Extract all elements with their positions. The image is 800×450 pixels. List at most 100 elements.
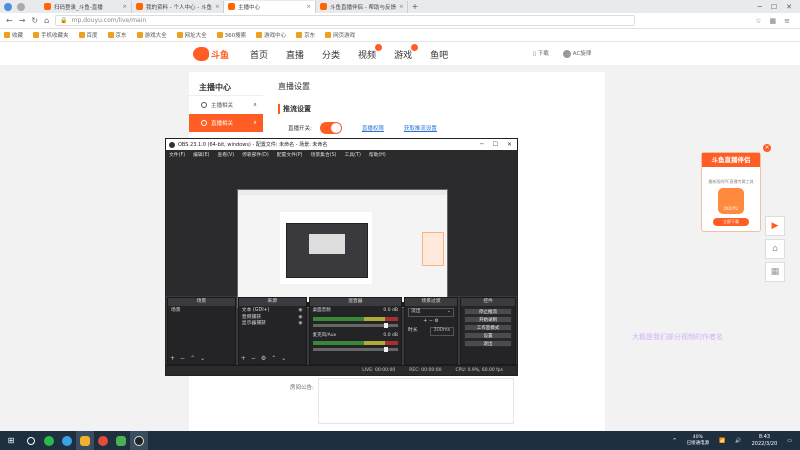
home-icon[interactable]: ⌂: [44, 16, 49, 25]
app-ad-panel[interactable]: 斗鱼直播伴侣 最新版的PC直播专属工具 DOUYU 立即下载: [701, 152, 761, 232]
add-icon[interactable]: +: [170, 355, 175, 362]
duration-input[interactable]: 300ms: [429, 327, 454, 336]
bookmark-item[interactable]: 收藏: [4, 31, 23, 39]
bookmark-item[interactable]: 百度: [79, 31, 98, 39]
settings-button[interactable]: 设置: [464, 332, 513, 339]
nav-game[interactable]: 游戏: [394, 44, 419, 61]
browser-logo-icon[interactable]: [4, 2, 12, 11]
media-app-icon[interactable]: [76, 431, 94, 450]
close-icon[interactable]: ✕: [786, 3, 792, 11]
forward-icon[interactable]: →: [19, 16, 26, 25]
move-up-icon[interactable]: ⌃: [190, 355, 195, 362]
notice-textarea[interactable]: [318, 378, 514, 424]
url-input[interactable]: 🔒 mp.douyu.com/live/main: [55, 15, 636, 26]
network-icon[interactable]: 📶: [719, 438, 725, 444]
close-tab-icon[interactable]: ×: [306, 4, 311, 10]
volume-slider[interactable]: [312, 347, 398, 352]
editor-app-icon[interactable]: [112, 431, 130, 450]
obs-app-icon[interactable]: [130, 431, 148, 450]
close-tab-icon[interactable]: ×: [399, 4, 404, 10]
search-icon[interactable]: [22, 431, 40, 450]
minimize-icon[interactable]: ─: [480, 141, 484, 148]
battery-indicator[interactable]: 40% 已接通电源: [687, 435, 710, 447]
move-up-icon[interactable]: ⌃: [271, 355, 276, 362]
nav-fishbar[interactable]: 鱼吧: [430, 48, 448, 61]
stream-settings-link[interactable]: 获取推流设置: [404, 124, 437, 132]
star-icon[interactable]: ☆: [755, 17, 761, 25]
studio-mode-button[interactable]: 工作室模式: [464, 324, 513, 331]
bookmark-item[interactable]: 游戏中心: [256, 31, 286, 39]
app-grid-icon[interactable]: ▦: [765, 262, 785, 282]
start-recording-button[interactable]: 开始录制: [464, 316, 513, 323]
menu-scene-collection[interactable]: 场景集合(S): [311, 151, 337, 158]
browser-tab[interactable]: 扫码登录_斗鱼-直播 ×: [40, 0, 132, 13]
volume-icon[interactable]: 🔊: [735, 438, 741, 444]
notifications-icon[interactable]: ▭: [787, 438, 792, 444]
menu-help[interactable]: 帮助(H): [369, 151, 386, 158]
remove-icon[interactable]: −: [429, 319, 433, 324]
browser-app-icon[interactable]: [58, 431, 76, 450]
add-icon[interactable]: +: [423, 319, 427, 324]
menu-tools[interactable]: 工具(T): [345, 151, 361, 158]
clock[interactable]: 8:43 2022/3/20: [752, 434, 778, 448]
douyu-logo[interactable]: 斗鱼: [193, 45, 233, 63]
maximize-icon[interactable]: ☐: [493, 141, 498, 148]
ad-download-button[interactable]: 立即下载: [713, 218, 749, 226]
sidebar-item-anchor[interactable]: 主播相关 ∧: [189, 96, 263, 114]
user-menu[interactable]: AC旋律: [562, 49, 591, 58]
close-tab-icon[interactable]: ×: [215, 4, 220, 10]
move-down-icon[interactable]: ⌄: [200, 355, 205, 362]
windows-start-icon[interactable]: ⊞: [0, 436, 22, 445]
new-tab-button[interactable]: +: [408, 2, 422, 11]
remove-icon[interactable]: −: [180, 355, 185, 362]
eye-icon[interactable]: ◉: [298, 321, 302, 328]
menu-view[interactable]: 查看(V): [217, 151, 234, 158]
play-icon[interactable]: ▶: [765, 216, 785, 236]
volume-slider[interactable]: [312, 322, 398, 328]
browser-tab[interactable]: 斗鱼直播伴侣 - 帮助与反馈 ×: [316, 0, 408, 13]
nav-video[interactable]: 视频: [358, 44, 383, 61]
maximize-icon[interactable]: ☐: [771, 3, 777, 11]
obs-preview[interactable]: [166, 159, 517, 308]
nav-live[interactable]: 直播: [286, 48, 304, 61]
close-tab-icon[interactable]: ×: [122, 4, 127, 10]
menu-icon[interactable]: ≡: [784, 17, 790, 25]
reload-icon[interactable]: ↻: [31, 16, 38, 25]
gear-icon[interactable]: ⚙: [261, 355, 266, 362]
remove-icon[interactable]: −: [251, 355, 256, 362]
nav-category[interactable]: 分类: [322, 48, 340, 61]
nav-home[interactable]: 首页: [250, 48, 268, 61]
bookmark-item[interactable]: 网页游戏: [325, 31, 355, 39]
stop-streaming-button[interactable]: 停止推流: [464, 308, 513, 315]
bookmark-item[interactable]: 京东: [108, 31, 127, 39]
douyu-app-icon[interactable]: [94, 431, 112, 450]
ad-close-button[interactable]: ×: [763, 144, 771, 152]
wechat-icon[interactable]: [40, 431, 58, 450]
live-permission-link[interactable]: 直播权限: [362, 124, 384, 132]
tray-chevron-icon[interactable]: ^: [672, 438, 676, 444]
scene-item[interactable]: 场景: [171, 308, 232, 315]
home-icon[interactable]: ⌂: [765, 239, 785, 259]
move-down-icon[interactable]: ⌄: [281, 355, 286, 362]
back-icon[interactable]: ←: [6, 16, 13, 25]
download-link[interactable]: ▯ 下载: [533, 49, 549, 57]
close-icon[interactable]: ✕: [507, 141, 512, 148]
minimize-icon[interactable]: ─: [758, 3, 762, 11]
transition-select[interactable]: 淡出 ⌄: [407, 308, 454, 317]
extension-icon[interactable]: ▦: [770, 17, 777, 25]
sidebar-item-live[interactable]: 直播相关 ∧: [189, 114, 263, 132]
exit-button[interactable]: 退出: [464, 340, 513, 347]
menu-docks[interactable]: 停靠部件(D): [242, 151, 269, 158]
gear-icon[interactable]: ⚙: [434, 319, 438, 324]
menu-profile[interactable]: 配置文件(P): [277, 151, 303, 158]
bookmark-item[interactable]: 游戏大全: [137, 31, 167, 39]
refresh-icon[interactable]: [17, 2, 25, 11]
bookmark-item[interactable]: 360搜索: [217, 31, 247, 39]
bookmark-item[interactable]: 网址大全: [177, 31, 207, 39]
browser-tab-active[interactable]: 主播中心 ×: [224, 0, 316, 13]
menu-file[interactable]: 文件(F): [169, 151, 185, 158]
menu-edit[interactable]: 编辑(E): [193, 151, 209, 158]
live-toggle[interactable]: [319, 122, 342, 134]
bookmark-item[interactable]: 京东: [296, 31, 315, 39]
bookmark-item[interactable]: 手机收藏夹: [33, 31, 69, 39]
